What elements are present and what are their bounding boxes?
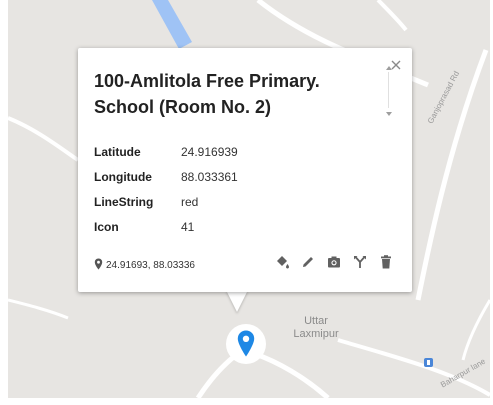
directions-icon[interactable] <box>352 254 368 270</box>
pencil-icon[interactable] <box>300 254 316 270</box>
property-key: LineString <box>94 195 154 209</box>
property-row: Icon 41 <box>94 215 374 240</box>
popup-title: 100-Amlitola Free Primary. School (Room … <box>94 71 320 117</box>
property-value: 88.033361 <box>181 170 238 184</box>
map-road <box>8 116 80 162</box>
town-label-line-1: Uttar <box>304 315 328 327</box>
map-frame: Uttar Laxmipur Ganjoprasad Rd Baharpur l… <box>8 0 490 398</box>
property-key: Icon <box>94 220 119 234</box>
map-road <box>376 0 408 32</box>
property-row: Latitude 24.916939 <box>94 140 374 165</box>
town-label-line-2: Laxmipur <box>293 328 339 340</box>
paint-bucket-icon[interactable] <box>274 254 290 270</box>
scroll-track[interactable] <box>388 72 389 108</box>
camera-icon[interactable] <box>326 254 342 270</box>
info-popup: 100-Amlitola Free Primary. School (Room … <box>78 48 412 292</box>
property-row: Longitude 88.033361 <box>94 165 374 190</box>
map-marker[interactable] <box>226 324 266 364</box>
property-value: 41 <box>181 220 195 234</box>
bus-stop-icon[interactable] <box>424 358 433 367</box>
location-pin-icon <box>94 258 103 270</box>
property-value: 24.916939 <box>181 145 238 159</box>
location-pin-icon[interactable] <box>237 330 255 357</box>
town-label: Uttar Laxmipur <box>276 315 356 341</box>
popup-toolbar <box>264 252 394 272</box>
map-road <box>461 299 490 361</box>
close-icon[interactable] <box>389 58 403 72</box>
property-key: Longitude <box>94 170 152 184</box>
scroll-down-icon[interactable] <box>386 112 392 116</box>
property-value: red <box>181 195 199 209</box>
property-row: LineString red <box>94 190 374 215</box>
trash-icon[interactable] <box>378 254 394 270</box>
coordinates-text: 24.91693, 88.03336 <box>106 260 195 271</box>
coordinates-readout: 24.91693, 88.03336 <box>94 258 195 273</box>
popup-tail <box>226 290 248 312</box>
property-key: Latitude <box>94 145 141 159</box>
water-feature <box>152 0 192 49</box>
properties-list: Latitude 24.916939 Longitude 88.033361 L… <box>94 140 374 240</box>
map-road <box>8 298 69 320</box>
